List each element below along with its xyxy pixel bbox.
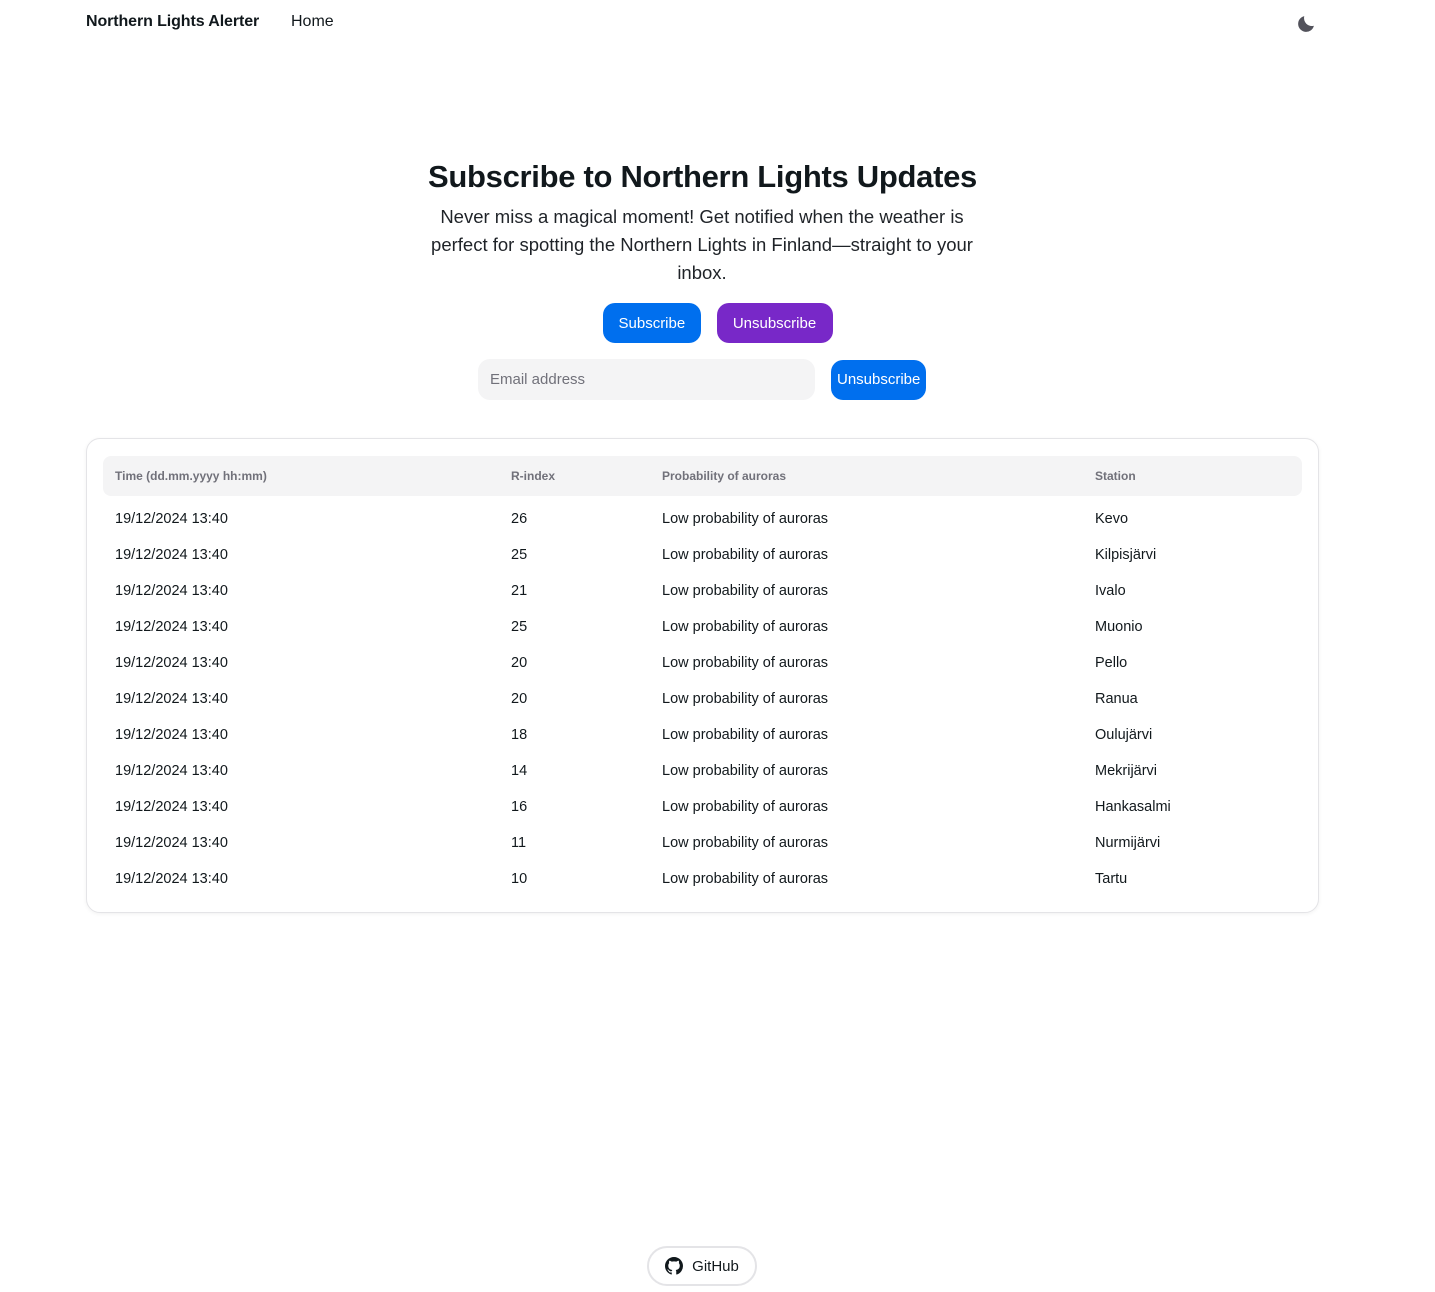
navbar: Northern Lights Alerter Home bbox=[0, 0, 1435, 48]
cell-probability: Low probability of auroras bbox=[662, 691, 829, 707]
page: Northern Lights Alerter Home Subscribe t… bbox=[0, 0, 1435, 1292]
cell-time: 19/12/2024 13:40 bbox=[115, 691, 228, 707]
column-header-probability[interactable]: Probability of auroras bbox=[662, 456, 786, 496]
cell-station: Kilpisjärvi bbox=[1095, 547, 1157, 563]
cell-rindex: 10 bbox=[511, 871, 528, 887]
cell-time: 19/12/2024 13:40 bbox=[115, 547, 228, 563]
column-header-rindex[interactable]: R-index bbox=[511, 456, 555, 496]
cell-station: Pello bbox=[1095, 655, 1128, 671]
table-row[interactable]: 19/12/2024 13:40 20 Low probability of a… bbox=[103, 645, 1302, 681]
cell-rindex: 18 bbox=[511, 727, 528, 743]
cell-station: Ivalo bbox=[1095, 583, 1126, 599]
table-row[interactable]: 19/12/2024 13:40 25 Low probability of a… bbox=[103, 609, 1302, 645]
cell-rindex: 21 bbox=[511, 583, 528, 599]
cell-time: 19/12/2024 13:40 bbox=[115, 655, 228, 671]
cell-rindex: 25 bbox=[511, 619, 528, 635]
cell-station: Muonio bbox=[1095, 619, 1143, 635]
cell-probability: Low probability of auroras bbox=[662, 871, 829, 887]
table-row[interactable]: 19/12/2024 13:40 26 Low probability of a… bbox=[103, 501, 1302, 537]
cell-station: Nurmijärvi bbox=[1095, 835, 1161, 851]
github-label: GitHub bbox=[692, 1257, 739, 1275]
theme-toggle-button[interactable] bbox=[1293, 11, 1319, 37]
cell-station: Tartu bbox=[1095, 871, 1128, 887]
table-row[interactable]: 19/12/2024 13:40 18 Low probability of a… bbox=[103, 717, 1302, 753]
subscribe-button[interactable]: Subscribe bbox=[602, 303, 701, 343]
email-input[interactable] bbox=[478, 359, 815, 400]
column-header-time[interactable]: Time (dd.mm.yyyy hh:mm) bbox=[115, 456, 267, 496]
cell-station: Oulujärvi bbox=[1095, 727, 1153, 743]
table-row[interactable]: 19/12/2024 13:40 21 Low probability of a… bbox=[103, 573, 1302, 609]
cell-probability: Low probability of auroras bbox=[662, 547, 829, 563]
cell-probability: Low probability of auroras bbox=[662, 619, 829, 635]
table-row[interactable]: 19/12/2024 13:40 25 Low probability of a… bbox=[103, 537, 1302, 573]
cell-rindex: 25 bbox=[511, 547, 528, 563]
table-row[interactable]: 19/12/2024 13:40 11 Low probability of a… bbox=[103, 825, 1302, 861]
cell-rindex: 26 bbox=[511, 511, 528, 527]
cell-station: Mekrijärvi bbox=[1095, 763, 1158, 779]
cell-time: 19/12/2024 13:40 bbox=[115, 799, 228, 815]
cell-rindex: 20 bbox=[511, 655, 528, 671]
github-link-button[interactable]: GitHub bbox=[647, 1246, 757, 1286]
unsubscribe-tab-button[interactable]: Unsubscribe bbox=[716, 303, 833, 343]
table-row[interactable]: 19/12/2024 13:40 10 Low probability of a… bbox=[103, 861, 1302, 897]
cell-time: 19/12/2024 13:40 bbox=[115, 835, 228, 851]
cell-rindex: 16 bbox=[511, 799, 528, 815]
table-row[interactable]: 19/12/2024 13:40 20 Low probability of a… bbox=[103, 681, 1302, 717]
cell-rindex: 14 bbox=[511, 763, 528, 779]
github-icon bbox=[665, 1257, 684, 1275]
cell-rindex: 11 bbox=[511, 835, 527, 851]
cell-time: 19/12/2024 13:40 bbox=[115, 619, 228, 635]
cell-time: 19/12/2024 13:40 bbox=[115, 871, 228, 887]
cell-probability: Low probability of auroras bbox=[662, 583, 829, 599]
subscription-toggle-row: Subscribe Unsubscribe bbox=[0, 303, 1435, 343]
cell-station: Ranua bbox=[1095, 691, 1138, 707]
cell-time: 19/12/2024 13:40 bbox=[115, 583, 228, 599]
hero-description: Never miss a magical moment! Get notifie… bbox=[431, 206, 973, 283]
cell-rindex: 20 bbox=[511, 691, 528, 707]
page-title: Subscribe to Northern Lights Updates bbox=[428, 159, 977, 194]
cell-probability: Low probability of auroras bbox=[662, 835, 829, 851]
cell-time: 19/12/2024 13:40 bbox=[115, 763, 228, 779]
unsubscribe-submit-button[interactable]: Unsubscribe bbox=[831, 359, 926, 400]
cell-probability: Low probability of auroras bbox=[662, 763, 829, 779]
brand-link[interactable]: Northern Lights Alerter bbox=[86, 13, 259, 31]
cell-probability: Low probability of auroras bbox=[662, 727, 829, 743]
table-row[interactable]: 19/12/2024 13:40 14 Low probability of a… bbox=[103, 753, 1302, 789]
cell-probability: Low probability of auroras bbox=[662, 655, 829, 671]
nav-home-link[interactable]: Home bbox=[291, 13, 334, 31]
cell-time: 19/12/2024 13:40 bbox=[115, 727, 228, 743]
cell-station: Hankasalmi bbox=[1095, 799, 1171, 815]
hero-section: Subscribe to Northern Lights Updates Nev… bbox=[0, 155, 1435, 287]
email-form: Unsubscribe bbox=[478, 359, 926, 400]
cell-time: 19/12/2024 13:40 bbox=[115, 511, 228, 527]
table-header: Time (dd.mm.yyyy hh:mm) R-index Probabil… bbox=[103, 456, 1302, 496]
cell-probability: Low probability of auroras bbox=[662, 511, 829, 527]
aurora-table-card: Time (dd.mm.yyyy hh:mm) R-index Probabil… bbox=[86, 438, 1319, 913]
column-header-station[interactable]: Station bbox=[1095, 456, 1136, 496]
cell-probability: Low probability of auroras bbox=[662, 799, 829, 815]
table-body: 19/12/2024 13:40 26 Low probability of a… bbox=[103, 501, 1302, 897]
cell-station: Kevo bbox=[1095, 511, 1129, 527]
moon-icon bbox=[1298, 16, 1314, 32]
table-row[interactable]: 19/12/2024 13:40 16 Low probability of a… bbox=[103, 789, 1302, 825]
